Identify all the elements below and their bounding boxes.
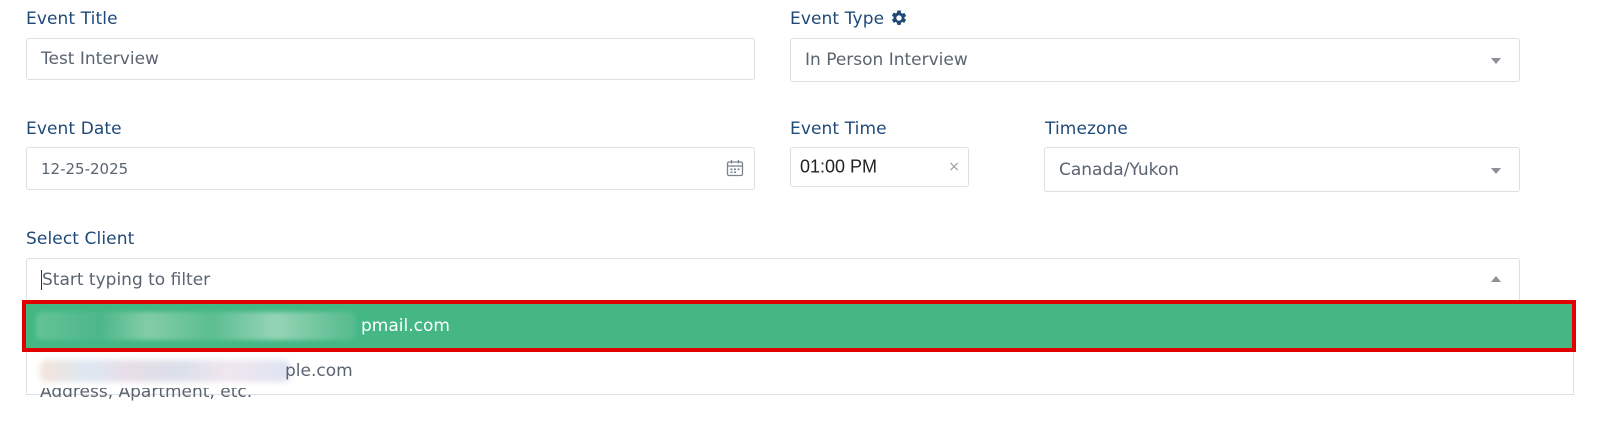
event-type-value: In Person Interview [805, 50, 968, 70]
client-option-text: pmail.com [361, 316, 450, 336]
event-date-input[interactable]: 12-25-2025 [26, 147, 755, 190]
select-client-label: Select Client [26, 229, 135, 249]
event-title-value: Test Interview [41, 49, 159, 69]
timezone-select[interactable]: Canada/Yukon [1044, 147, 1520, 192]
chevron-down-icon [1491, 167, 1501, 174]
clear-icon[interactable]: × [948, 159, 960, 175]
client-search-input[interactable]: Start typing to filter [26, 258, 1520, 300]
gear-icon[interactable] [890, 9, 908, 31]
event-date-label: Event Date [26, 119, 122, 139]
event-type-label: Event Type [790, 9, 885, 29]
event-title-input[interactable]: Test Interview [26, 38, 755, 80]
chevron-down-icon [1491, 58, 1501, 64]
client-search-placeholder: Start typing to filter [42, 269, 211, 290]
chevron-up-icon[interactable] [1491, 275, 1501, 282]
event-time-value: 01:00 PM [800, 156, 878, 177]
timezone-value: Canada/Yukon [1059, 159, 1180, 180]
event-title-label: Event Title [26, 9, 118, 29]
event-date-value: 12-25-2025 [41, 159, 129, 178]
calendar-icon[interactable] [726, 159, 744, 181]
client-option-selected[interactable]: pmail.com [22, 300, 1576, 352]
event-time-input[interactable]: 01:00 PM × [790, 147, 969, 187]
client-option-text: ple.com [285, 361, 353, 381]
timezone-label: Timezone [1045, 119, 1128, 139]
event-type-select[interactable]: In Person Interview [790, 38, 1520, 82]
redacted-email-blur [40, 360, 290, 382]
redacted-email-blur [36, 312, 356, 340]
event-time-label: Event Time [790, 119, 887, 139]
